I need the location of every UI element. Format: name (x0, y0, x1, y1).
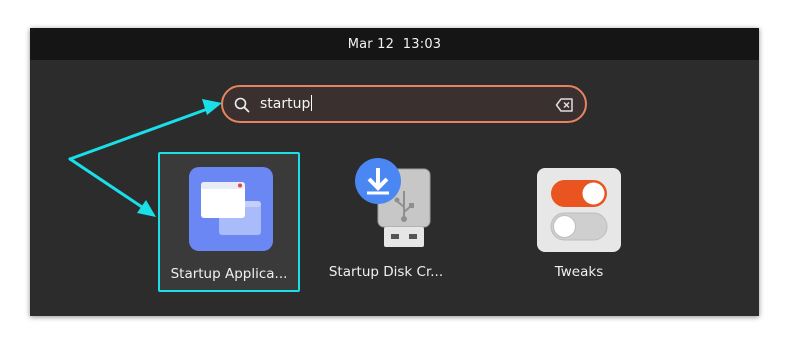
arrow-head-result (137, 200, 156, 217)
arrow-to-search (68, 105, 215, 161)
arrow-head-search (202, 99, 222, 115)
arrow-to-result (68, 157, 150, 213)
annotation-arrows (68, 99, 222, 217)
